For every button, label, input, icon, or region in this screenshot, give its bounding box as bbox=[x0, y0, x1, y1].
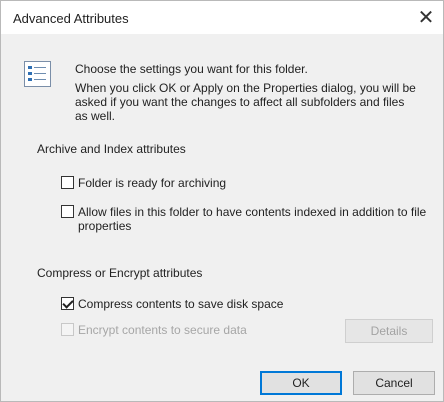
indexing-label-line: Allow files in this folder to have conte… bbox=[78, 205, 427, 219]
compress-checkbox[interactable] bbox=[61, 297, 74, 310]
compress-checkbox-row[interactable]: Compress contents to save disk space bbox=[61, 297, 283, 311]
compress-section-label: Compress or Encrypt attributes bbox=[37, 266, 203, 280]
close-icon: ✕ bbox=[417, 7, 435, 29]
advanced-attributes-dialog: Advanced Attributes ✕ Choose the setting… bbox=[0, 0, 444, 402]
archiving-checkbox-row[interactable]: Folder is ready for archiving bbox=[61, 176, 226, 190]
details-button: Details bbox=[345, 319, 433, 343]
indexing-checkbox[interactable] bbox=[61, 205, 74, 218]
archiving-checkbox-label: Folder is ready for archiving bbox=[78, 176, 227, 190]
ok-button[interactable]: OK bbox=[260, 371, 342, 395]
intro-text-line: When you click OK or Apply on the Proper… bbox=[75, 81, 416, 95]
indexing-checkbox-row[interactable]: Allow files in this folder to have conte… bbox=[61, 205, 426, 233]
compress-checkbox-label: Compress contents to save disk space bbox=[78, 297, 284, 311]
intro-text-line: as well. bbox=[75, 109, 116, 123]
indexing-checkbox-label: Allow files in this folder to have conte… bbox=[78, 205, 426, 233]
title-bar: Advanced Attributes ✕ bbox=[1, 1, 443, 34]
intro-text-line: asked if you want the changes to affect … bbox=[75, 95, 405, 109]
archiving-checkbox[interactable] bbox=[61, 176, 74, 189]
archive-section-label: Archive and Index attributes bbox=[37, 142, 186, 156]
close-button[interactable]: ✕ bbox=[409, 1, 443, 34]
intro-heading: Choose the settings you want for this fo… bbox=[75, 62, 308, 76]
encrypt-checkbox-row: Encrypt contents to secure data bbox=[61, 323, 247, 337]
cancel-button[interactable]: Cancel bbox=[353, 371, 435, 395]
indexing-label-line: properties bbox=[78, 219, 132, 233]
window-title: Advanced Attributes bbox=[13, 11, 129, 26]
encrypt-checkbox-label: Encrypt contents to secure data bbox=[78, 323, 247, 337]
folder-settings-icon bbox=[24, 61, 51, 87]
encrypt-checkbox bbox=[61, 323, 74, 336]
